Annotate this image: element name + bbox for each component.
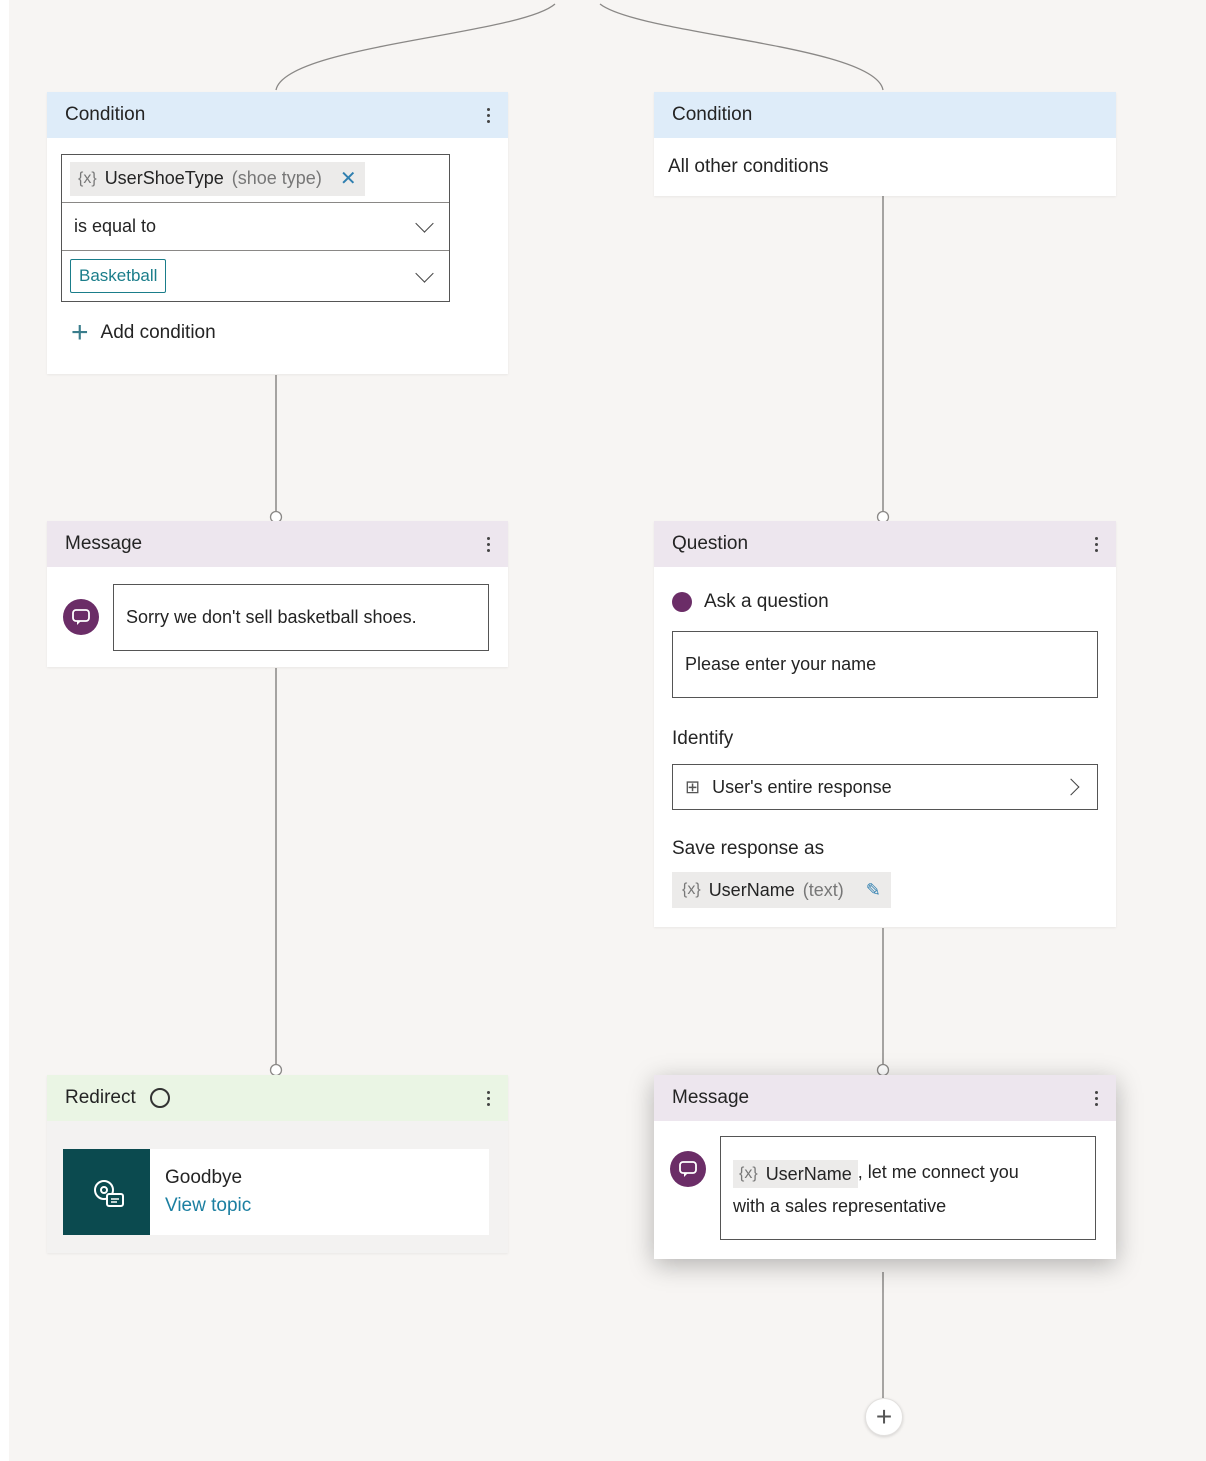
remove-variable-icon[interactable]: ✕ bbox=[340, 166, 357, 191]
message-title: Message bbox=[65, 533, 143, 554]
chevron-right-icon bbox=[1062, 778, 1080, 796]
more-options-icon[interactable] bbox=[483, 1089, 494, 1108]
variable-chip[interactable]: {x} UserShoeType (shoe type) ✕ bbox=[70, 161, 365, 196]
chat-bubble-icon bbox=[63, 599, 99, 635]
more-options-icon[interactable] bbox=[1091, 1089, 1102, 1108]
question-prompt-input[interactable]: Please enter your name bbox=[672, 631, 1098, 698]
value-tag[interactable]: Basketball bbox=[70, 259, 167, 293]
more-options-icon[interactable] bbox=[483, 535, 494, 554]
condition-title: Condition bbox=[672, 104, 753, 125]
condition-title: Condition bbox=[65, 104, 146, 125]
topic-name: Goodbye bbox=[165, 1167, 243, 1188]
ask-question-row: Ask a question bbox=[672, 591, 829, 613]
condition-card-right[interactable]: Condition All other conditions bbox=[654, 92, 1116, 196]
all-other-conditions: All other conditions bbox=[668, 156, 829, 177]
entity-icon: ⊞ bbox=[685, 776, 701, 797]
question-header: Question bbox=[654, 521, 1116, 567]
message-card-right[interactable]: Message {x} UserName , let me connect yo… bbox=[654, 1075, 1116, 1259]
variable-name: UserName bbox=[708, 879, 795, 900]
topic-gear-icon bbox=[63, 1149, 150, 1235]
question-icon bbox=[672, 592, 692, 612]
message-text-part2: with a sales representative bbox=[733, 1196, 947, 1216]
variable-icon: {x} bbox=[682, 881, 701, 898]
condition-header: Condition bbox=[654, 92, 1116, 138]
chevron-down-icon bbox=[415, 263, 434, 283]
add-condition-label: Add condition bbox=[100, 322, 216, 343]
redirect-title-group: Redirect bbox=[65, 1087, 170, 1109]
message-text: Sorry we don't sell basketball shoes. bbox=[126, 607, 417, 627]
info-icon[interactable] bbox=[149, 1088, 170, 1108]
more-options-icon[interactable] bbox=[1091, 535, 1102, 554]
condition-variable-row[interactable]: {x} UserShoeType (shoe type) ✕ bbox=[62, 155, 449, 203]
message-text-input[interactable]: {x} UserName , let me connect you with a… bbox=[720, 1136, 1096, 1240]
redirect-title: Redirect bbox=[65, 1087, 136, 1108]
message-header: Message bbox=[654, 1075, 1116, 1121]
chevron-down-icon bbox=[415, 214, 434, 233]
redirect-card[interactable]: Redirect Goodbye View topic bbox=[47, 1075, 508, 1253]
save-variable-chip[interactable]: {x} UserName (text) ✎ bbox=[672, 872, 891, 908]
variable-icon: {x} bbox=[739, 1165, 758, 1182]
variable-type: (text) bbox=[802, 879, 844, 900]
redirect-header: Redirect bbox=[47, 1075, 508, 1121]
add-condition-button[interactable]: + Add condition bbox=[71, 318, 216, 348]
identify-value: User's entire response bbox=[712, 776, 892, 797]
redirect-topic-box[interactable]: Goodbye View topic bbox=[63, 1149, 489, 1235]
edit-pencil-icon[interactable]: ✎ bbox=[866, 880, 881, 901]
message-text-input[interactable]: Sorry we don't sell basketball shoes. bbox=[113, 584, 489, 651]
view-topic-link[interactable]: View topic bbox=[165, 1195, 251, 1217]
variable-chip[interactable]: {x} UserName bbox=[733, 1160, 858, 1188]
question-card[interactable]: Question Ask a question Please enter you… bbox=[654, 521, 1116, 927]
identify-label: Identify bbox=[672, 728, 734, 749]
message-title: Message bbox=[672, 1087, 750, 1108]
variable-type: (shoe type) bbox=[231, 168, 322, 188]
chat-bubble-icon bbox=[670, 1151, 706, 1187]
more-options-icon[interactable] bbox=[483, 106, 494, 125]
message-card-left[interactable]: Message Sorry we don't sell basketball s… bbox=[47, 521, 508, 667]
save-response-label: Save response as bbox=[672, 838, 825, 859]
message-header: Message bbox=[47, 521, 508, 567]
operator-value: is equal to bbox=[74, 216, 157, 236]
operator-dropdown[interactable]: is equal to bbox=[62, 203, 449, 251]
condition-editor: {x} UserShoeType (shoe type) ✕ is equal … bbox=[61, 154, 450, 302]
message-text-part1: , let me connect you bbox=[857, 1162, 1019, 1182]
ask-question-label: Ask a question bbox=[704, 591, 829, 612]
variable-icon: {x} bbox=[78, 169, 97, 187]
add-node-button[interactable]: + bbox=[865, 1398, 903, 1436]
identify-selector[interactable]: ⊞ User's entire response bbox=[672, 764, 1098, 810]
topic-info: Goodbye View topic bbox=[165, 1167, 251, 1217]
plus-icon: + bbox=[71, 316, 89, 349]
question-prompt: Please enter your name bbox=[685, 654, 877, 674]
variable-name: UserShoeType bbox=[104, 168, 224, 188]
question-title: Question bbox=[672, 533, 749, 554]
condition-card-left[interactable]: Condition {x} UserShoeType (shoe type) ✕… bbox=[47, 92, 508, 374]
value-dropdown[interactable]: Basketball bbox=[62, 251, 449, 301]
variable-name: UserName bbox=[765, 1164, 852, 1184]
condition-header: Condition bbox=[47, 92, 508, 138]
